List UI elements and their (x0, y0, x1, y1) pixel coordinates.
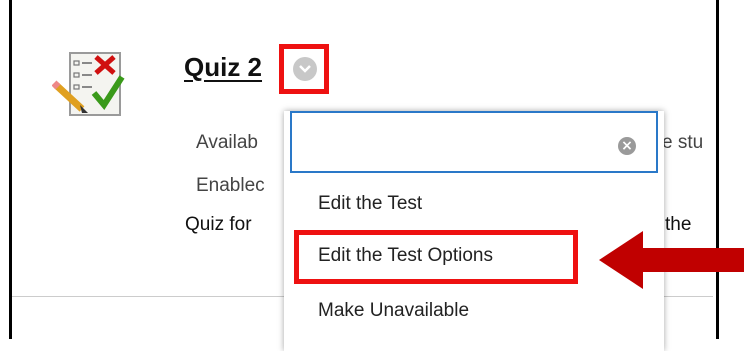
menu-item-make-unavailable[interactable]: Make Unavailable (318, 300, 469, 322)
enabled-text: Enablec (196, 175, 265, 196)
availability-text: Availab (196, 132, 258, 153)
description-text: Quiz for (185, 214, 252, 235)
quiz-title-link[interactable]: Quiz 2 (184, 52, 262, 83)
options-menu-button[interactable] (293, 57, 317, 81)
edit-test-options-highlight (294, 230, 578, 284)
menu-search-input[interactable] (298, 123, 622, 161)
red-arrow-left-icon (599, 231, 744, 289)
chevron-down-icon (299, 65, 311, 73)
menu-search-field[interactable]: × (290, 111, 658, 173)
menu-item-edit-test[interactable]: Edit the Test (318, 193, 422, 215)
test-clipboard-icon (52, 52, 125, 116)
chevron-highlight-box (279, 44, 329, 94)
clear-icon[interactable]: × (618, 137, 636, 155)
availability-text-right: e stu (662, 132, 704, 153)
